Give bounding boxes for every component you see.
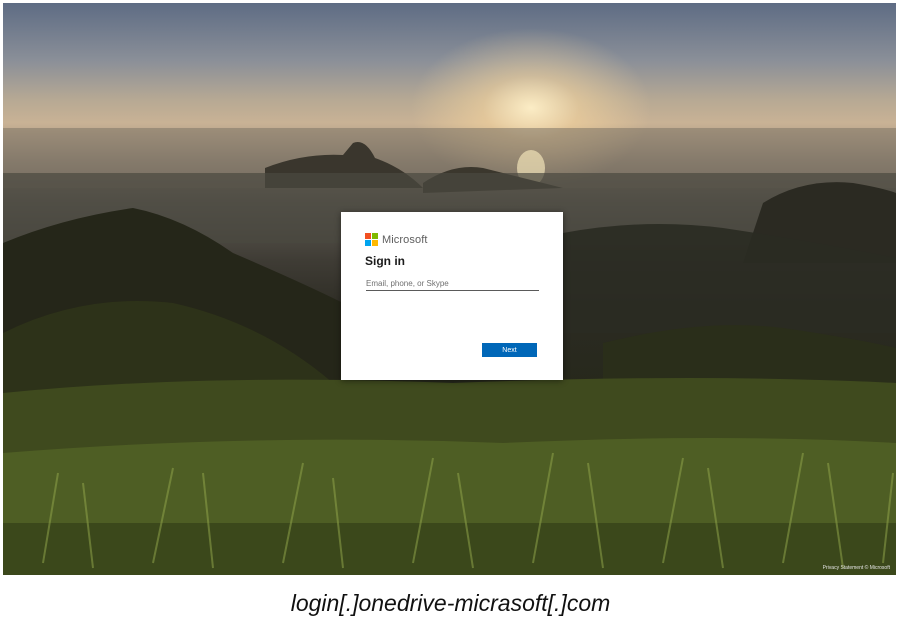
sign-in-card: Microsoft Sign in Next: [341, 212, 563, 380]
caption-url: login[.]onedrive-micrasoft[.]com: [290, 590, 611, 616]
phishing-page-screenshot: Microsoft Sign in Next Privacy Statement…: [3, 3, 896, 575]
email-field[interactable]: [366, 276, 539, 291]
privacy-statement-link[interactable]: Privacy Statement © Microsoft: [823, 565, 890, 571]
sign-in-title: Sign in: [365, 254, 405, 268]
next-button[interactable]: Next: [482, 343, 537, 357]
microsoft-brand: Microsoft: [365, 233, 428, 246]
microsoft-logo-icon: [365, 233, 378, 246]
brand-name: Microsoft: [382, 233, 428, 246]
